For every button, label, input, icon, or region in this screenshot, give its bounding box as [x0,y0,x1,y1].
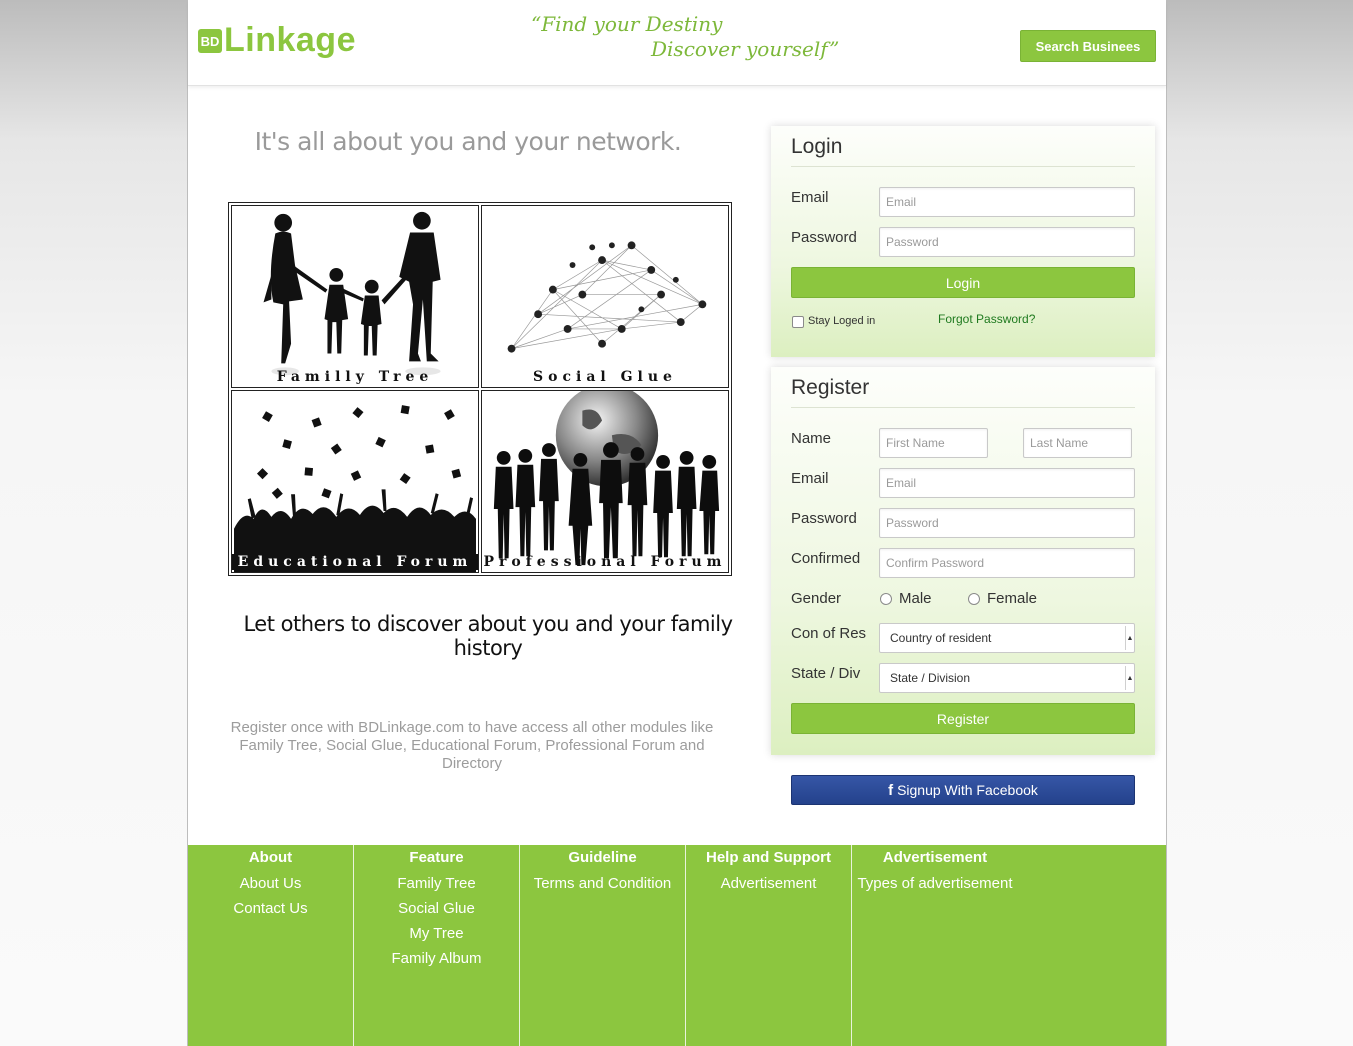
header: BD Linkage “Find your Destiny Discover y… [188,0,1166,86]
state-select[interactable]: State / Division ▲ [879,663,1135,693]
tile-label: Social Glue [533,369,677,385]
facebook-signup-label: Signup With Facebook [897,782,1038,798]
footer-link-about-us[interactable]: About Us [188,871,353,896]
footer-heading: About [248,849,293,866]
male-label: Male [899,590,932,607]
gender-label: Gender [791,590,842,607]
confirm-password-input[interactable] [879,548,1135,578]
register-email-input[interactable] [879,468,1135,498]
country-select[interactable]: Country of resident ▲ [879,623,1135,653]
footer-heading: Advertisement [882,849,988,866]
female-label: Female [987,590,1038,607]
business-people-globe-icon [493,391,720,566]
country-select-value: Country of resident [890,631,992,645]
footer-link-advertisement[interactable]: Advertisement [686,871,851,896]
country-label: Con of Res [791,625,867,642]
state-label: State / Div [791,665,861,682]
register-title: Register [791,376,870,399]
login-password-input[interactable] [879,227,1135,257]
state-select-value: State / Division [890,671,971,685]
footer-col-advertisement: Advertisement Types of advertisement [852,845,1018,1046]
register-password-input[interactable] [879,508,1135,538]
stay-logged-checkbox[interactable] [792,316,804,328]
tagline-line1: “Find your Destiny [531,12,723,36]
last-name-input[interactable] [1023,428,1132,458]
subline: Let others to discover about you and you… [243,612,733,660]
first-name-input[interactable] [879,428,988,458]
search-business-button[interactable]: Search Businees [1020,30,1156,62]
page-container: BD Linkage “Find your Destiny Discover y… [187,0,1167,1046]
logo-text: Linkage [224,20,356,59]
tagline: “Find your Destiny Discover yourself” [531,12,839,62]
tile-label: Familly Tree [276,369,434,385]
footer-col-guideline: Guideline Terms and Condition [520,845,686,1046]
footer-heading: Help and Support [706,849,831,866]
divider [791,407,1135,408]
stay-logged-label: Stay Loged in [808,315,876,327]
facebook-icon: f [888,781,894,799]
facebook-signup-button[interactable]: f Signup With Facebook [791,775,1135,805]
tile-family-tree[interactable]: Familly Tree [231,205,479,388]
login-email-input[interactable] [879,187,1135,217]
name-label: Name [791,430,832,447]
footer-link-terms[interactable]: Terms and Condition [520,871,685,896]
description: Register once with BDLinkage.com to have… [230,719,714,772]
login-email-label: Email [791,189,829,206]
network-icon [507,241,707,353]
forgot-password-link[interactable]: Forgot Password? [938,312,1035,326]
login-button[interactable]: Login [791,267,1135,298]
register-password-label: Password [791,510,857,527]
female-radio[interactable] [968,593,980,605]
feature-grid: Familly Tree Social Glue Educational For… [228,202,732,576]
family-silhouette-icon [263,211,441,376]
register-email-label: Email [791,470,829,487]
tile-label: Educational Forum [232,554,478,570]
tile-label: Professional Forum [483,554,727,570]
login-panel: Login Email Password Login Stay Loged in… [771,126,1155,357]
footer-col-help: Help and Support Advertisement [686,845,852,1046]
logo-badge: BD [198,29,222,53]
footer-link-family-tree[interactable]: Family Tree [354,871,519,896]
tagline-line2: Discover yourself” [651,37,840,61]
footer-col-feature: Feature Family Tree Social Glue My Tree … [354,845,520,1046]
footer-col-about: About About Us Contact Us [188,845,354,1046]
footer-heading: Guideline [568,849,637,866]
tile-professional-forum[interactable]: Professional Forum [481,390,729,573]
footer-heading: Feature [409,849,464,866]
graduation-caps-icon [234,405,476,572]
footer-link-contact-us[interactable]: Contact Us [188,896,353,921]
login-password-label: Password [791,229,857,246]
footer-link-my-tree[interactable]: My Tree [354,921,519,946]
footer: About About Us Contact Us Feature Family… [188,845,1166,1046]
register-panel: Register Name Email Password Confirmed G… [771,367,1155,755]
male-radio[interactable] [880,593,892,605]
footer-link-types-of-advertisement[interactable]: Types of advertisement [852,871,1018,896]
confirm-label: Confirmed [791,550,861,567]
footer-link-social-glue[interactable]: Social Glue [354,896,519,921]
chevron-down-icon: ▲ [1125,626,1134,650]
divider [791,166,1135,167]
register-button[interactable]: Register [791,703,1135,734]
logo[interactable]: BD Linkage [198,20,356,60]
chevron-down-icon: ▲ [1125,666,1134,690]
footer-link-family-album[interactable]: Family Album [354,946,519,971]
login-title: Login [791,135,843,158]
tile-educational-forum[interactable]: Educational Forum [231,390,479,573]
headline: It's all about you and your network. [254,127,682,156]
tile-social-glue[interactable]: Social Glue [481,205,729,388]
